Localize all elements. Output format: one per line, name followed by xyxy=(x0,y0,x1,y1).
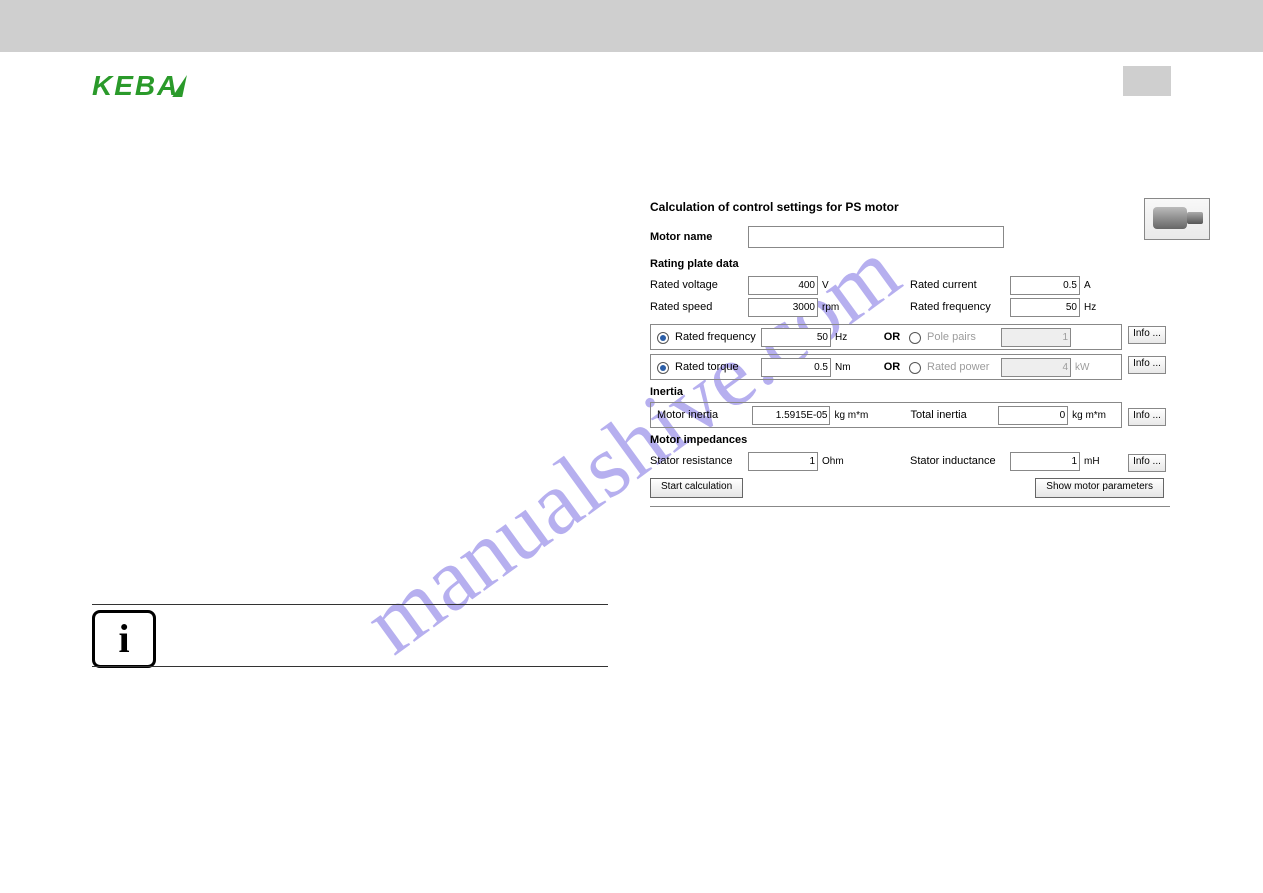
stator-resistance-label: Stator resistance xyxy=(650,455,748,467)
rated-frequency-label: Rated frequency xyxy=(910,301,1010,313)
row-voltage-current: Rated voltage V Rated current A xyxy=(650,274,1170,296)
stator-resistance-input[interactable] xyxy=(748,452,818,471)
choice2-or: OR xyxy=(875,361,909,373)
inertia-header: Inertia xyxy=(650,386,1170,398)
radio-pole-pairs[interactable] xyxy=(909,332,921,344)
motor-inertia-input[interactable] xyxy=(752,406,830,425)
choice2-left-input[interactable] xyxy=(761,358,831,377)
dialog-bottom-rule xyxy=(650,506,1170,507)
choice1-left-input[interactable] xyxy=(761,328,831,347)
choice2-right-label: Rated power xyxy=(927,361,1001,373)
total-inertia-input[interactable] xyxy=(998,406,1068,425)
rated-frequency-input[interactable] xyxy=(1010,298,1080,317)
left-rule-bottom xyxy=(92,666,608,667)
ps-motor-dialog: Calculation of control settings for PS m… xyxy=(650,200,1170,513)
choice2-left-label: Rated torque xyxy=(675,361,761,373)
motor-inertia-label: Motor inertia xyxy=(657,409,752,421)
info-button-inertia[interactable]: Info ... xyxy=(1128,408,1166,426)
left-rule-top xyxy=(92,604,608,605)
start-calculation-button[interactable]: Start calculation xyxy=(650,478,743,498)
header-band xyxy=(0,0,1263,52)
row-speed-frequency: Rated speed rpm Rated frequency Hz xyxy=(650,296,1170,318)
dialog-title: Calculation of control settings for PS m… xyxy=(650,200,1170,214)
rating-plate-header: Rating plate data xyxy=(650,258,1170,270)
choice2-right-unit: kW xyxy=(1071,362,1115,373)
radio-rated-torque[interactable] xyxy=(657,362,669,374)
info-icon-glyph: i xyxy=(118,619,129,659)
stator-resistance-unit: Ohm xyxy=(818,456,862,467)
action-row: Start calculation Show motor parameters xyxy=(650,478,1170,498)
total-inertia-unit: kg m*m xyxy=(1068,410,1115,421)
impedances-header: Motor impedances xyxy=(650,434,1170,446)
rated-current-unit: A xyxy=(1080,280,1124,291)
rated-voltage-unit: V xyxy=(818,280,862,291)
motor-name-row: Motor name xyxy=(650,226,1170,248)
stator-inductance-label: Stator inductance xyxy=(910,455,1010,467)
rated-current-input[interactable] xyxy=(1010,276,1080,295)
rated-frequency-unit: Hz xyxy=(1080,302,1124,313)
motor-icon xyxy=(1144,198,1210,240)
radio-rated-power[interactable] xyxy=(909,362,921,374)
keba-logo: KEBA xyxy=(92,70,185,102)
rated-speed-unit: rpm xyxy=(818,302,862,313)
motor-inertia-unit: kg m*m xyxy=(830,410,877,421)
info-button-choice1[interactable]: Info ... xyxy=(1128,326,1166,344)
keba-logo-text: KEBA xyxy=(92,70,179,101)
info-icon: i xyxy=(92,610,156,668)
choice-frequency-polepairs: Rated frequency Hz OR Pole pairs xyxy=(650,324,1122,350)
info-button-choice2[interactable]: Info ... xyxy=(1128,356,1166,374)
radio-rated-frequency[interactable] xyxy=(657,332,669,344)
motor-name-label: Motor name xyxy=(650,231,748,243)
total-inertia-label: Total inertia xyxy=(910,409,998,421)
rated-voltage-input[interactable] xyxy=(748,276,818,295)
choice1-right-label: Pole pairs xyxy=(927,331,1001,343)
choice2-left-unit: Nm xyxy=(831,362,875,373)
page-marker xyxy=(1123,66,1171,96)
show-motor-parameters-button[interactable]: Show motor parameters xyxy=(1035,478,1164,498)
row-impedances: Stator resistance Ohm Stator inductance … xyxy=(650,450,1170,472)
rated-voltage-label: Rated voltage xyxy=(650,279,748,291)
choice1-left-unit: Hz xyxy=(831,332,875,343)
rated-speed-label: Rated speed xyxy=(650,301,748,313)
stator-inductance-input[interactable] xyxy=(1010,452,1080,471)
info-button-impedance[interactable]: Info ... xyxy=(1128,454,1166,472)
choice1-left-label: Rated frequency xyxy=(675,331,761,343)
choice2-right-input[interactable] xyxy=(1001,358,1071,377)
rated-current-label: Rated current xyxy=(910,279,1010,291)
choice1-right-input[interactable] xyxy=(1001,328,1071,347)
rating-plate-section: Rating plate data Rated voltage V Rated … xyxy=(650,258,1170,318)
inertia-row: Motor inertia kg m*m Total inertia kg m*… xyxy=(650,402,1122,428)
stator-inductance-unit: mH xyxy=(1080,456,1124,467)
choice-torque-power: Rated torque Nm OR Rated power kW xyxy=(650,354,1122,380)
motor-name-input[interactable] xyxy=(748,226,1004,248)
rated-speed-input[interactable] xyxy=(748,298,818,317)
choice1-or: OR xyxy=(875,331,909,343)
